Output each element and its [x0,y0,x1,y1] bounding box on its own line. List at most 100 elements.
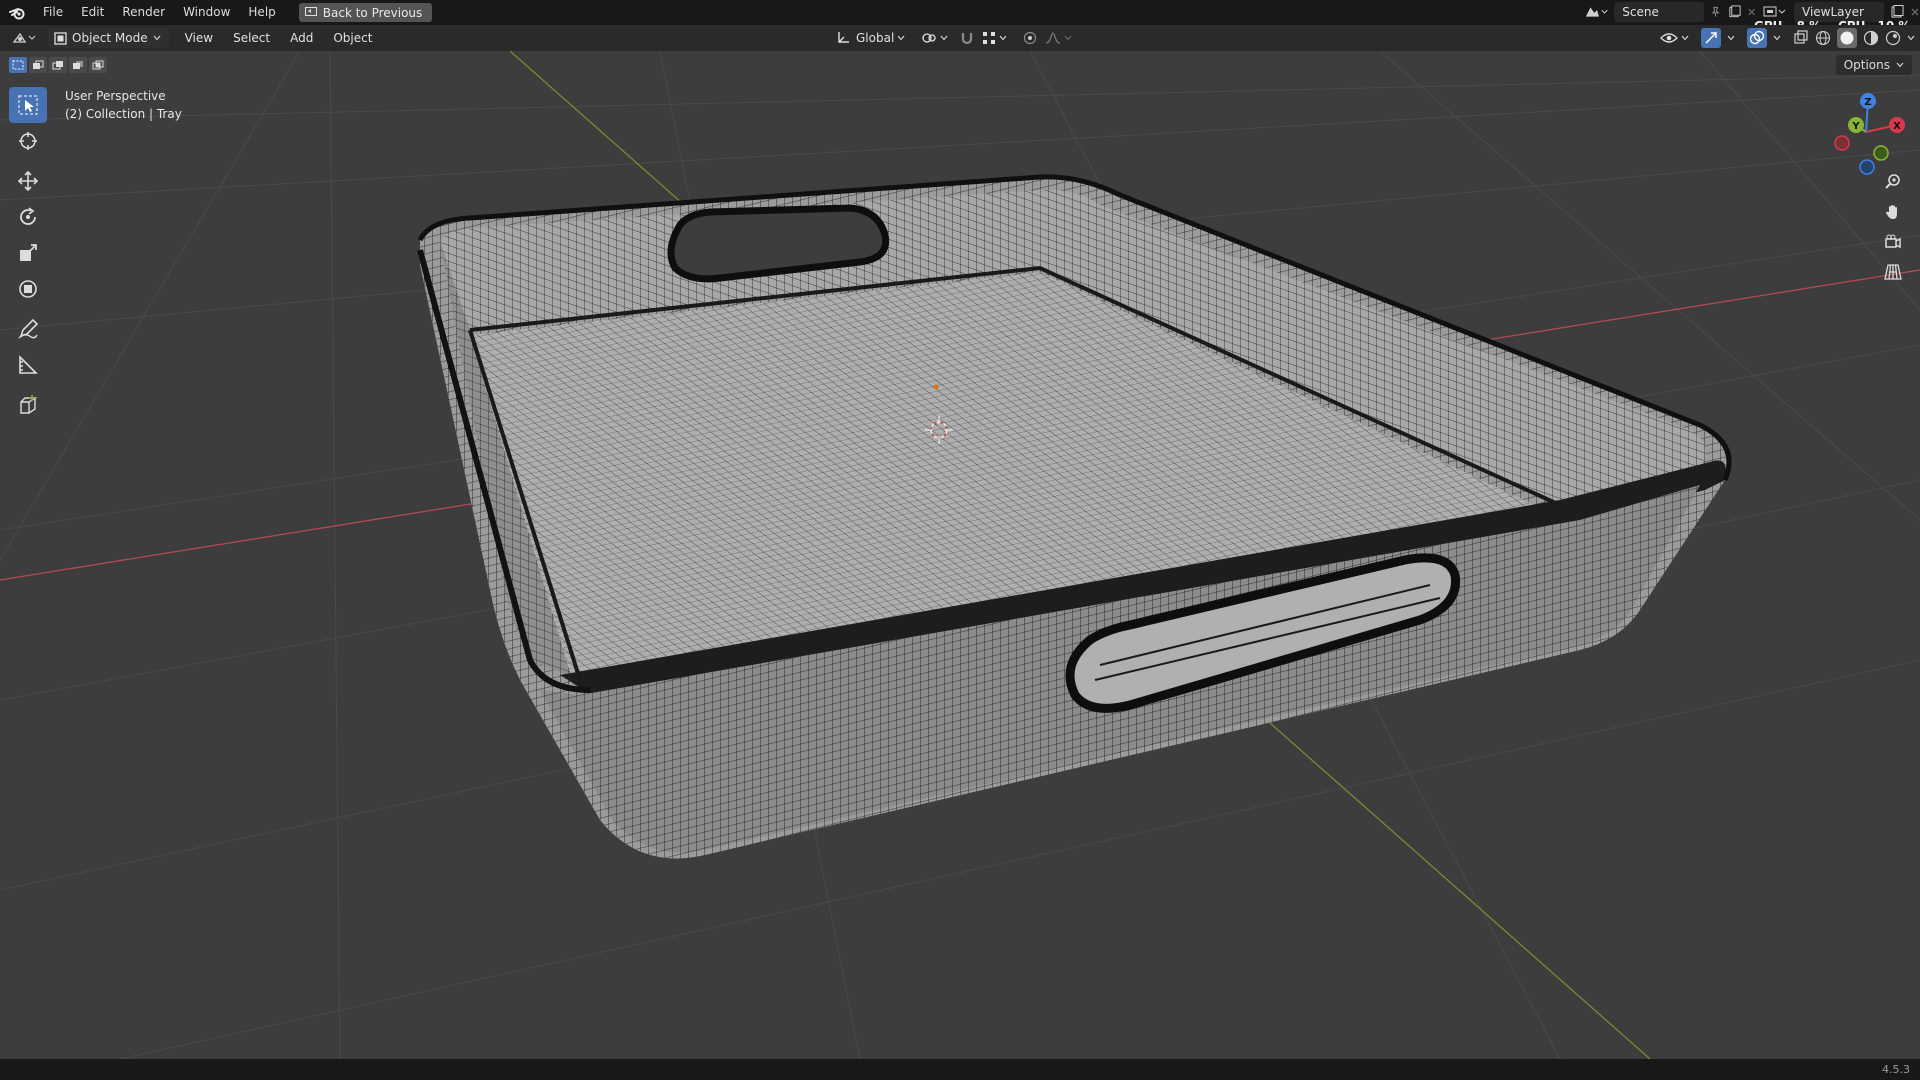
3d-viewport[interactable]: User Perspective (2) Collection | Tray O… [0,51,1920,1059]
status-bar: 4.5.3 [0,1059,1920,1080]
chevron-down-icon [1896,62,1904,68]
camera-icon [1885,234,1901,249]
select-invert-button[interactable] [69,57,87,73]
menu-select[interactable]: Select [223,31,280,45]
cursor-tool[interactable] [9,123,47,159]
rotate-tool[interactable] [9,199,47,235]
falloff-curve-icon [1046,32,1061,44]
blender-logo-icon[interactable] [0,0,34,25]
snap-grid-icon [983,32,996,44]
menu-render[interactable]: Render [113,0,174,25]
annotate-pencil-icon [18,318,39,339]
tool-shelf [9,87,47,423]
object-origin [933,384,939,390]
navigation-gizmo[interactable]: X Y Z [1826,87,1916,177]
add-cube-tool[interactable] [9,387,47,423]
transform-orientation-dropdown[interactable]: Global [836,28,905,48]
pan-button[interactable] [1880,201,1906,223]
back-to-previous-button[interactable]: Back to Previous [298,3,433,22]
scene-icon[interactable] [1584,4,1608,20]
select-extend-icon [33,60,44,69]
measure-ruler-icon [19,355,38,374]
move-icon [17,170,39,192]
shading-solid-button[interactable] [1837,28,1857,48]
move-tool[interactable] [9,163,47,199]
chevron-down-icon [1681,35,1689,41]
shading-rendered-button[interactable] [1885,28,1901,48]
pivot-point-icon [922,33,936,43]
close-view-layer-icon[interactable] [1910,7,1920,17]
annotate-tool[interactable] [9,311,47,347]
snap-toggle[interactable] [960,28,974,48]
pin-icon[interactable] [1710,6,1721,18]
mode-selector[interactable]: Object Mode [48,28,169,48]
measure-tool[interactable] [9,347,47,383]
shading-wireframe-button[interactable] [1815,28,1831,48]
gizmo-arrow-icon [1705,32,1717,44]
chevron-down-icon [999,35,1007,41]
gizmo-toggle[interactable] [1701,28,1721,48]
selection-mode-buttons [9,57,107,73]
select-extend-button[interactable] [29,57,47,73]
magnet-icon [962,33,973,45]
xray-icon [1794,30,1808,44]
editor-type-icon[interactable] [12,30,40,46]
select-box-icon [18,95,38,115]
select-subtract-button[interactable] [49,57,67,73]
menu-object[interactable]: Object [323,31,382,45]
select-invert-icon [73,61,83,69]
new-scene-icon[interactable] [1728,5,1741,19]
select-box-tool[interactable] [9,87,47,123]
pivot-point-dropdown[interactable] [921,28,948,48]
material-sphere-icon [1863,30,1879,46]
orientation-axes-icon [838,32,849,43]
view-name-label: User Perspective [65,89,166,103]
snap-target-dropdown[interactable] [982,28,1007,48]
chevron-down-icon[interactable] [1773,35,1781,41]
viewport-header: Object Mode View Select Add Object Globa… [0,25,1920,51]
options-dropdown[interactable]: Options [1835,55,1912,75]
mode-label: Object Mode [72,31,148,45]
camera-view-button[interactable] [1880,231,1906,253]
proportional-editing-icon [1024,31,1037,45]
chevron-down-icon [153,35,161,41]
overlays-toggle[interactable] [1747,28,1767,48]
menu-view[interactable]: View [175,31,223,45]
viewport-display-tools [1660,28,1915,48]
gizmo-z-label: Z [1864,97,1871,108]
menu-help[interactable]: Help [239,0,284,25]
transform-icon [19,280,37,298]
gizmo-y-label: Y [1851,121,1860,132]
transform-tool[interactable] [9,271,47,307]
proportional-editing-toggle[interactable] [1023,28,1037,48]
menu-file[interactable]: File [34,0,72,25]
xray-toggle[interactable] [1793,28,1809,48]
scene-name-field[interactable]: Scene [1614,2,1705,22]
perspective-toggle-button[interactable] [1880,261,1906,283]
scene-render[interactable] [0,51,1920,1059]
rotate-icon [20,207,36,225]
menu-add[interactable]: Add [280,31,323,45]
select-intersect-button[interactable] [89,57,107,73]
top-bar: File Edit Render Window Help Back to Pre… [0,0,1920,33]
visibility-dropdown[interactable] [1660,28,1689,48]
shading-material-button[interactable] [1863,28,1879,48]
chevron-down-icon[interactable] [1727,35,1735,41]
collection-info-label: (2) Collection | Tray [65,107,182,121]
proportional-falloff-dropdown[interactable] [1045,28,1072,48]
screen-icon [304,7,317,16]
add-cube-icon [20,395,38,414]
gizmo-x-label: X [1893,121,1901,132]
close-scene-icon[interactable] [1747,7,1756,17]
select-new-button[interactable] [9,57,27,73]
scale-tool[interactable] [9,235,47,271]
rendered-sphere-icon [1885,30,1901,46]
new-view-layer-icon[interactable] [1890,5,1904,19]
menu-window[interactable]: Window [174,0,239,25]
chevron-down-icon[interactable] [1907,35,1915,41]
zoom-button[interactable] [1880,171,1906,193]
view-layer-icon[interactable] [1762,4,1788,20]
menu-edit[interactable]: Edit [72,0,113,25]
tray-mesh [417,174,1732,859]
chevron-down-icon [897,35,905,41]
